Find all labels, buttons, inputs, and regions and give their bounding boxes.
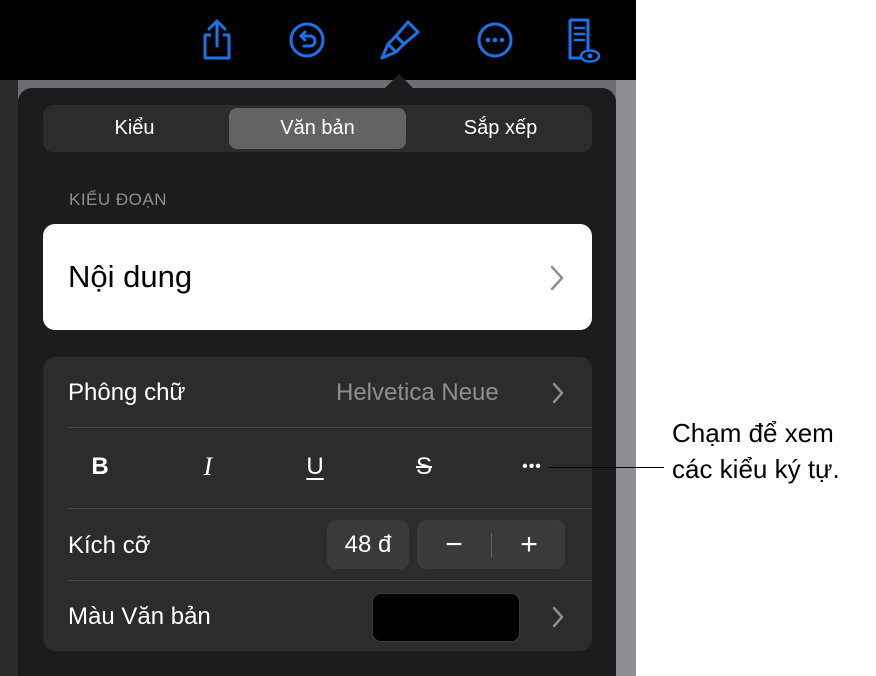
strikethrough-button[interactable]: S — [396, 439, 452, 495]
bold-button[interactable]: B — [72, 439, 128, 495]
reader-view-icon — [568, 18, 600, 63]
reader-view-button[interactable] — [554, 14, 606, 66]
format-tabs: Kiểu Văn bản Sắp xếp — [43, 105, 592, 152]
font-row[interactable]: Phông chữ Helvetica Neue — [43, 357, 592, 427]
more-button[interactable] — [469, 14, 521, 66]
callout-line-1: Chạm để xem — [672, 418, 834, 448]
divider — [68, 427, 592, 428]
more-icon — [477, 22, 513, 58]
format-button[interactable] — [374, 14, 426, 66]
tab-text[interactable]: Văn bản — [229, 108, 406, 149]
font-size-stepper: − + — [417, 520, 565, 569]
top-toolbar — [0, 0, 636, 80]
undo-icon — [289, 22, 325, 58]
text-options-group: Phông chữ Helvetica Neue B I U S ••• Kíc… — [43, 357, 592, 651]
document-edge-right — [616, 80, 636, 676]
screen: Kiểu Văn bản Sắp xếp KIỂU ĐOẠN Nội dung … — [0, 0, 876, 676]
share-button[interactable] — [191, 14, 243, 66]
paragraph-style-row[interactable]: Nội dung — [43, 224, 592, 330]
share-icon — [203, 19, 231, 60]
undo-button[interactable] — [281, 14, 333, 66]
callout-line-2: các kiểu ký tự. — [672, 454, 840, 484]
chevron-right-icon — [552, 382, 564, 404]
tab-arrange[interactable]: Sắp xếp — [412, 108, 589, 149]
paragraph-style-value: Nội dung — [68, 259, 193, 294]
font-value: Helvetica Neue — [336, 379, 499, 406]
font-label: Phông chữ — [68, 379, 186, 406]
size-label: Kích cỡ — [68, 532, 151, 559]
tab-style[interactable]: Kiểu — [46, 108, 223, 149]
format-brush-icon — [380, 20, 420, 60]
callout-text: Chạm để xem các kiểu ký tự. — [672, 415, 872, 487]
font-size-field[interactable]: 48 đ — [327, 520, 409, 569]
document-edge-left — [0, 80, 18, 676]
chevron-right-icon — [550, 265, 564, 291]
callout-leader-line — [549, 467, 664, 468]
underline-button[interactable]: U — [287, 439, 343, 495]
text-color-label: Màu Văn bản — [68, 603, 211, 630]
text-color-row[interactable]: Màu Văn bản — [43, 581, 592, 651]
increase-size-button[interactable]: + — [492, 520, 566, 569]
italic-button[interactable]: I — [180, 439, 236, 495]
divider — [68, 508, 592, 509]
text-color-swatch[interactable] — [372, 593, 520, 642]
paragraph-style-section-title: KIỂU ĐOẠN — [69, 190, 168, 209]
decrease-size-button[interactable]: − — [417, 520, 491, 569]
chevron-right-icon — [552, 606, 564, 628]
